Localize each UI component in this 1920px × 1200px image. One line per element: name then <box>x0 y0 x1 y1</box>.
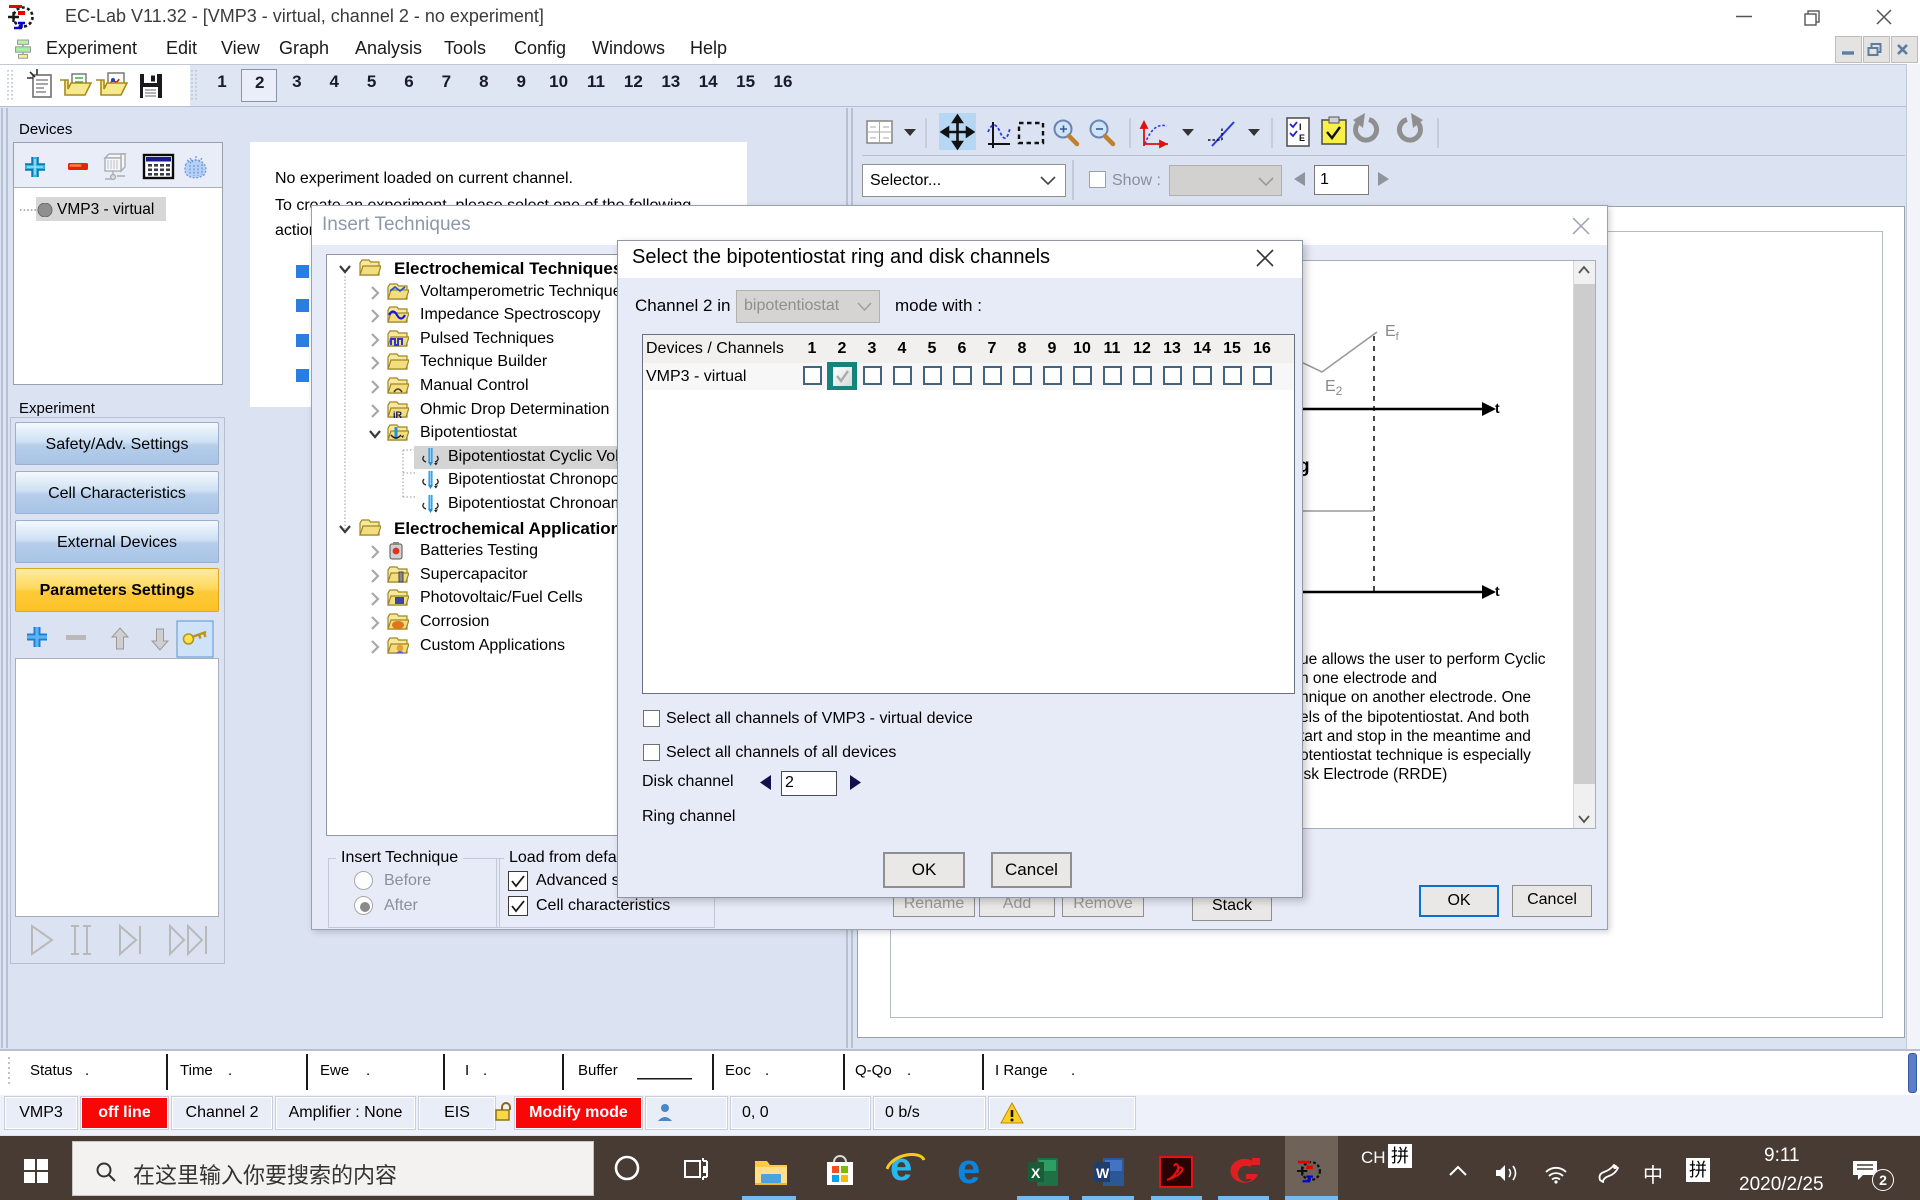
svg-text:I: I <box>1299 122 1302 132</box>
svg-text:W: W <box>1096 1165 1110 1181</box>
svg-text:X: X <box>1031 1165 1041 1181</box>
svg-text:iR: iR <box>393 410 403 420</box>
svg-text:E: E <box>1299 133 1305 143</box>
